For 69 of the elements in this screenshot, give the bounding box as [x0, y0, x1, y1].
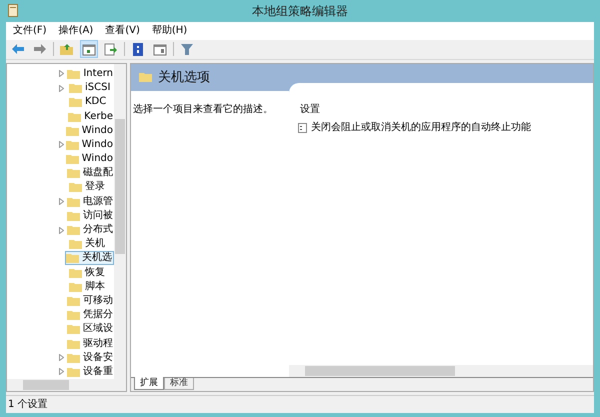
tree-item[interactable]: 可移动 [66, 294, 114, 308]
horizontal-scrollbar[interactable] [289, 365, 593, 378]
folder-icon [66, 126, 79, 136]
expand-arrow-icon[interactable] [59, 198, 64, 206]
menu-item[interactable]: 帮助(H) [146, 23, 192, 38]
folder-icon [67, 210, 80, 221]
folder-icon [67, 310, 80, 320]
tree-item[interactable]: 恢复 [68, 266, 106, 280]
tree-item[interactable]: iSCSI [68, 81, 112, 96]
tree-item[interactable]: 凭据分 [66, 308, 114, 322]
tree-item[interactable]: Kerbe [67, 110, 114, 124]
tree-item[interactable]: Windo [64, 138, 114, 152]
tree-item[interactable]: 分布式 [66, 223, 114, 238]
menu-item[interactable]: 操作(A) [54, 23, 98, 38]
expand-arrow-icon[interactable] [59, 70, 64, 78]
expand-arrow-icon[interactable] [59, 354, 64, 362]
tree-item[interactable]: Windo [64, 124, 114, 138]
folder-icon [67, 68, 80, 79]
folder-icon [69, 83, 82, 94]
tree-pane-button[interactable] [80, 40, 98, 58]
tree-item[interactable]: 设备安 [66, 350, 114, 365]
setting-row[interactable]: 关闭会阻止或取消关机的应用程序的自动终止功能 [298, 120, 593, 136]
tree-item[interactable]: KDC [68, 95, 108, 110]
tab[interactable]: 扩展 [134, 377, 164, 390]
tree-item[interactable]: Windo [64, 152, 114, 166]
status-text: 1 个设置 [8, 398, 48, 412]
folder-icon [66, 253, 79, 264]
tree-item[interactable]: 区域设 [66, 322, 114, 336]
horizontal-scrollbar[interactable] [7, 379, 126, 392]
tree-item[interactable]: 磁盘配 [66, 166, 114, 180]
folder-icon [66, 140, 79, 150]
tree-item[interactable]: 脚本 [68, 280, 106, 294]
app-icon [8, 4, 18, 17]
folder-icon [67, 196, 80, 207]
folder-icon [69, 182, 82, 192]
menu-item[interactable]: 查看(V) [100, 23, 145, 38]
tree-item[interactable]: 关机 [68, 237, 106, 252]
tree-item[interactable]: 电源管 [66, 194, 114, 209]
folder-icon [67, 338, 80, 349]
tree-item[interactable]: 驱动程 [66, 336, 114, 351]
folder-icon [67, 352, 80, 363]
expand-arrow-icon[interactable] [59, 368, 64, 376]
tree-item[interactable]: 登录 [68, 180, 106, 194]
menu-item[interactable]: 文件(F) [8, 23, 52, 38]
vertical-scrollbar[interactable] [114, 64, 126, 380]
details-title: 关机选项 [158, 68, 210, 87]
setting-icon [298, 122, 307, 133]
tree-item[interactable]: 关机选 [65, 251, 114, 266]
folder-icon [67, 296, 80, 306]
folder-icon [67, 168, 80, 178]
folder-icon [67, 324, 80, 334]
folder-icon [67, 225, 80, 236]
folder-icon [66, 154, 79, 164]
tab[interactable]: 标准 [164, 378, 194, 390]
window-title: 本地组策略编辑器 [252, 2, 348, 20]
folder-icon [139, 72, 152, 82]
expand-arrow-icon[interactable] [59, 226, 64, 234]
expand-arrow-icon[interactable] [59, 84, 64, 92]
folder-icon [69, 282, 82, 292]
tree-item[interactable]: 访问被 [66, 208, 114, 223]
folder-icon [67, 366, 80, 377]
folder-icon [68, 112, 82, 122]
tree-item[interactable]: 设备重 [66, 364, 114, 379]
column-header[interactable]: 设置 [300, 104, 320, 115]
folder-icon [69, 97, 82, 108]
expand-arrow-icon[interactable] [59, 141, 64, 148]
description-text: 选择一个项目来查看它的描述。 [133, 104, 273, 115]
folder-icon [69, 268, 82, 278]
tree-item[interactable]: Intern [66, 66, 114, 81]
